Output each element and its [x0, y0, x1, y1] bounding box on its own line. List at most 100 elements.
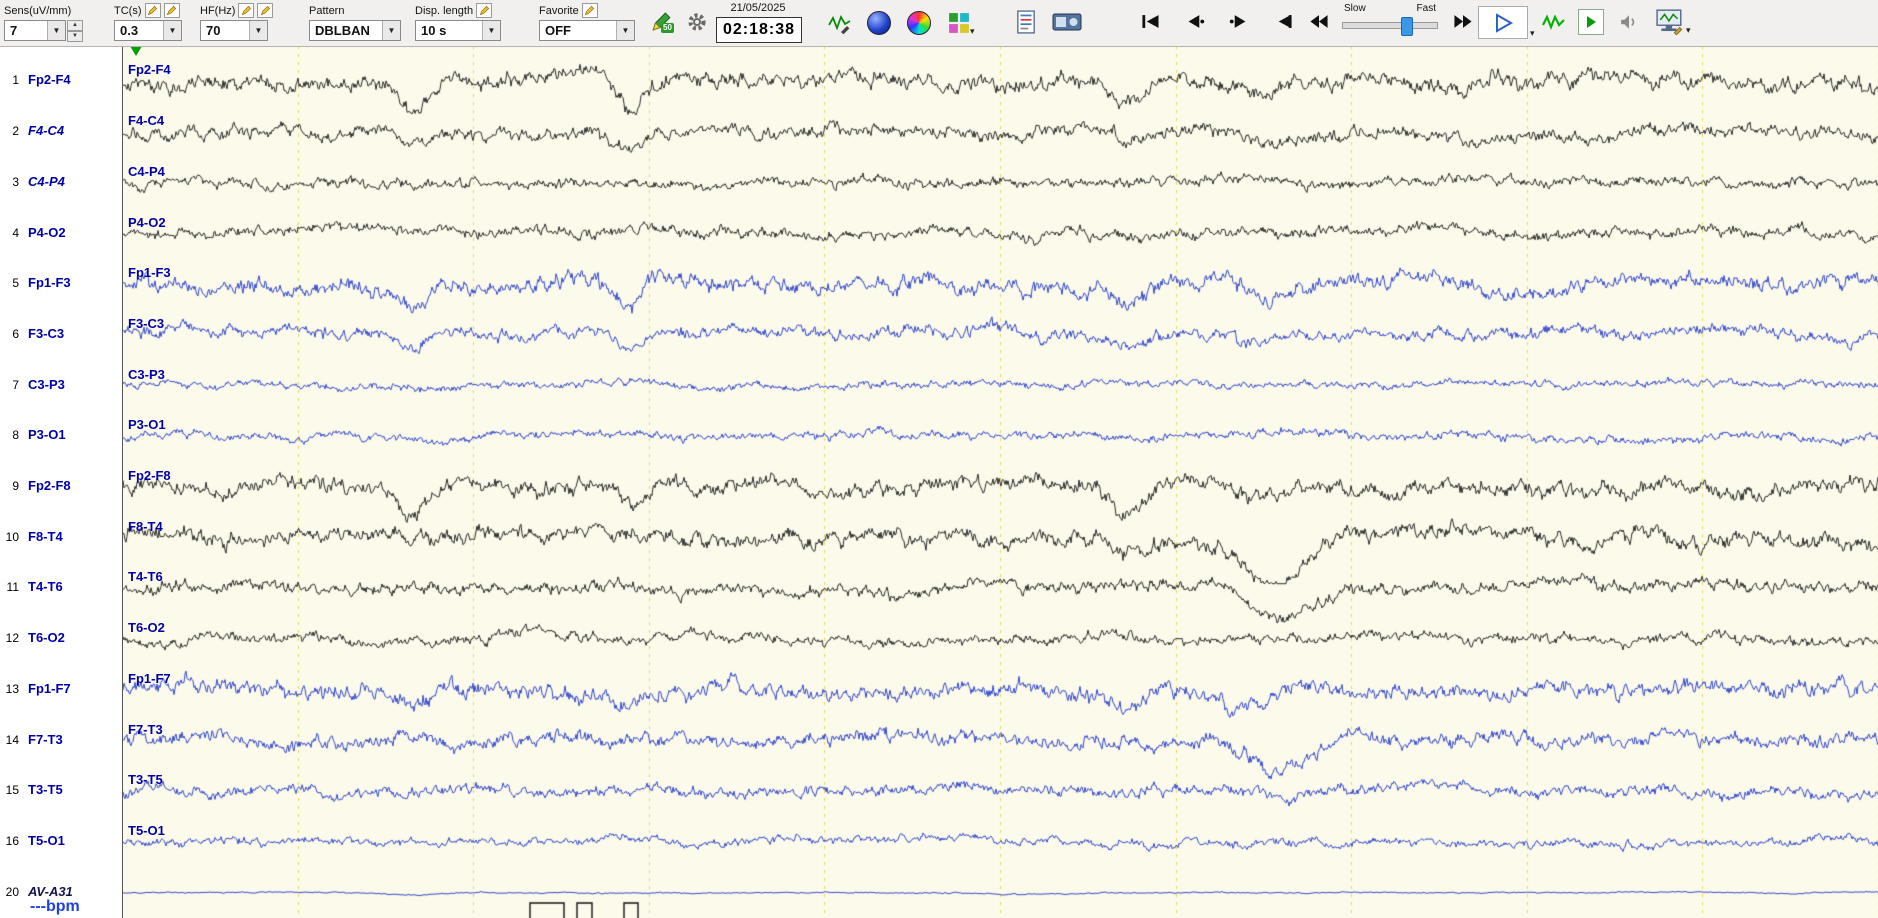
slider-track[interactable] [1342, 17, 1438, 36]
channel-label[interactable]: C3-P3 [28, 377, 65, 392]
pencil-icon[interactable] [238, 3, 255, 18]
step-back-button[interactable] [1176, 5, 1214, 37]
report-list-icon [1017, 10, 1035, 34]
chevron-down-icon[interactable]: ▾ [1530, 28, 1535, 39]
pattern-value: DBLBAN [315, 23, 370, 38]
disp-length-combo[interactable]: 10 s ▼ [415, 20, 501, 41]
channel-label[interactable]: T5-O1 [28, 833, 65, 848]
channel-label[interactable]: Fp2-F8 [28, 478, 71, 493]
play-button[interactable] [1478, 6, 1528, 39]
channel-label[interactable]: F7-T3 [28, 732, 63, 747]
chevron-down-icon[interactable]: ▼ [616, 21, 634, 40]
chevron-down-icon[interactable]: ▼ [482, 21, 500, 40]
marker-pen-button[interactable]: 50 [645, 6, 677, 38]
rewind-icon [1310, 14, 1328, 28]
sens-group: Sens(uV/mm) 7 ▼ ▲ ▼ [4, 2, 83, 42]
trace-label: Fp2-F4 [128, 62, 171, 78]
skip-to-start-button[interactable] [1132, 5, 1170, 37]
spin-up-icon[interactable]: ▲ [67, 20, 83, 31]
disp-length-group: Disp. length 10 s ▼ [415, 2, 501, 41]
chevron-down-icon[interactable]: ▼ [382, 21, 400, 40]
record-time: 02:18:38 [716, 17, 802, 43]
channel-number: 16 [5, 833, 19, 848]
fast-forward-button[interactable] [1444, 5, 1482, 37]
disp-length-label: Disp. length [415, 4, 474, 17]
channel-label[interactable]: C4-P4 [28, 174, 65, 189]
favorite-label: Favorite [539, 4, 579, 17]
sens-spinner[interactable]: ▲ ▼ [67, 20, 83, 42]
channel-label[interactable]: F3-C3 [28, 326, 64, 341]
sens-combo[interactable]: 7 ▼ [4, 20, 66, 41]
hf-combo[interactable]: 70 ▼ [200, 20, 268, 41]
heart-rate-label: ---bpm [30, 898, 80, 915]
channel-label[interactable]: T4-T6 [28, 579, 63, 594]
speed-slider[interactable]: Slow Fast [1342, 3, 1438, 43]
channel-label[interactable]: T3-T5 [28, 782, 63, 797]
chevron-down-icon[interactable]: ▾ [1686, 25, 1691, 36]
monitor-icon [1656, 9, 1683, 35]
settings-button[interactable] [684, 9, 710, 35]
channel-number: 11 [6, 580, 19, 595]
channel-number: 13 [5, 681, 19, 696]
channel-label[interactable]: AV-A31 [28, 884, 73, 899]
tc-combo[interactable]: 0.3 ▼ [114, 20, 182, 41]
trace-label: C3-P3 [128, 366, 165, 382]
rainbow-sphere-icon [907, 11, 931, 35]
skip-end-icon [1278, 14, 1292, 28]
green-play-button[interactable] [1578, 9, 1604, 35]
channel-label[interactable]: F4-C4 [28, 123, 64, 138]
eeg-wave-view-button[interactable] [1540, 10, 1568, 34]
video-button[interactable] [1050, 9, 1084, 35]
pencil-icon[interactable] [257, 3, 274, 18]
trace-area[interactable]: Fp2-F4 F4-C4 C4-P4 P4-O2 Fp1-F3 F3-C3 C3-P3 P3-… [122, 46, 1878, 918]
channel-label[interactable]: Fp1-F3 [28, 275, 71, 290]
slider-slow-label: Slow [1344, 3, 1366, 14]
pencil-icon[interactable] [581, 3, 598, 18]
channel-label[interactable]: F8-T4 [28, 529, 63, 544]
eeg-trace-canvas[interactable] [123, 46, 1878, 918]
tc-group: TC(s) 0.3 ▼ [114, 2, 182, 41]
position-marker-icon[interactable] [130, 46, 142, 56]
channel-number: 14 [5, 732, 19, 747]
sens-label: Sens(uV/mm) [4, 4, 72, 17]
chevron-down-icon[interactable]: ▼ [163, 21, 181, 40]
topo-map-color-button[interactable] [906, 10, 932, 36]
favorite-combo[interactable]: OFF ▼ [539, 20, 635, 41]
speaker-icon [1621, 15, 1635, 29]
ac-filter-badge: 50 [661, 23, 674, 33]
pencil-icon[interactable] [163, 3, 180, 18]
trace-label: F8-T4 [128, 518, 163, 534]
rewind-button[interactable] [1300, 5, 1338, 37]
trace-label: P3-O1 [128, 417, 166, 433]
channel-number: 6 [12, 326, 19, 341]
display-settings-button[interactable]: ▾ [1654, 7, 1691, 37]
spin-down-icon[interactable]: ▼ [67, 31, 83, 42]
record-date: 21/05/2025 [730, 2, 786, 14]
pencil-icon[interactable] [476, 3, 493, 18]
channel-number: 10 [5, 529, 19, 544]
pencil-icon[interactable] [144, 3, 161, 18]
skip-to-end-button[interactable] [1264, 5, 1302, 37]
video-icon [1052, 13, 1082, 31]
colormap-button[interactable]: ▾ [946, 10, 975, 37]
pattern-combo[interactable]: DBLBAN ▼ [309, 20, 401, 41]
channel-label[interactable]: P4-O2 [28, 225, 66, 240]
tc-value: 0.3 [120, 23, 139, 38]
wave-edit-button[interactable] [826, 10, 854, 36]
eeg-viewer-window: Sens(uV/mm) 7 ▼ ▲ ▼ TC(s) 0.3 ▼ HF(Hz) 7… [0, 0, 1878, 918]
trace-label: F3-C3 [128, 315, 165, 331]
fast-forward-icon [1454, 14, 1472, 28]
audio-button[interactable] [1618, 13, 1640, 31]
channel-label[interactable]: Fp1-F7 [28, 681, 71, 696]
report-list-button[interactable] [1012, 7, 1040, 37]
slider-handle[interactable] [1401, 17, 1414, 36]
channel-label[interactable]: P3-O1 [28, 427, 66, 442]
chevron-down-icon[interactable]: ▾ [970, 26, 975, 37]
chevron-down-icon[interactable]: ▼ [47, 21, 65, 40]
step-forward-button[interactable] [1220, 5, 1258, 37]
channel-label[interactable]: T6-O2 [28, 630, 65, 645]
chevron-down-icon[interactable]: ▼ [249, 21, 267, 40]
tc-label: TC(s) [114, 4, 142, 17]
topo-map-blue-button[interactable] [866, 10, 892, 36]
channel-label[interactable]: Fp2-F4 [28, 72, 71, 87]
